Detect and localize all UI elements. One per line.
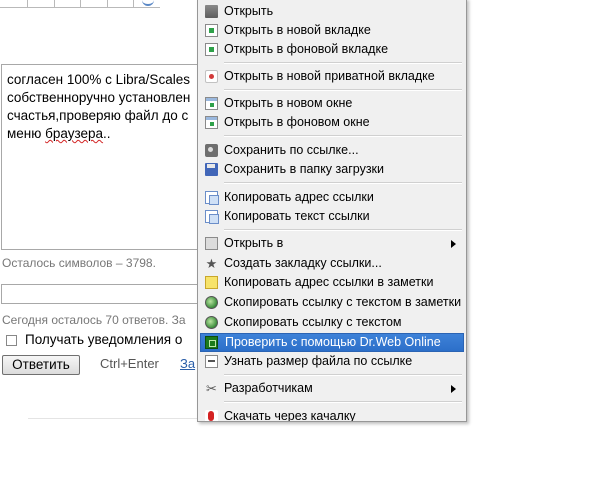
menu-item-copy-link-with-text[interactable]: Скопировать ссылку с текстом bbox=[200, 313, 464, 332]
menu-separator bbox=[224, 89, 462, 91]
menu-item-file-size[interactable]: Узнать размер файла по ссылке bbox=[200, 352, 464, 371]
menu-item-label: Скачать через качалку bbox=[224, 409, 356, 422]
menu-item-label: Копировать адрес ссылки в заметки bbox=[224, 275, 434, 289]
menu-item-open-background-tab[interactable]: Открыть в фоновой вкладке bbox=[200, 40, 464, 59]
file-size-icon bbox=[205, 355, 218, 368]
menu-item-open-with[interactable]: Открыть в bbox=[200, 234, 464, 253]
background-window-icon bbox=[205, 116, 218, 129]
answers-remaining: Сегодня осталось 70 ответов. За bbox=[2, 313, 186, 327]
globe-copy-icon bbox=[205, 316, 218, 329]
menu-item-open-new-window[interactable]: Открыть в новом окне bbox=[200, 94, 464, 113]
menu-item-check-drweb[interactable]: Проверить с помощью Dr.Web Online bbox=[200, 333, 464, 352]
menu-item-bookmark-link[interactable]: ★ Создать закладку ссылки... bbox=[200, 254, 464, 273]
menu-separator bbox=[224, 374, 462, 376]
textarea-line: счастья,проверяю файл до с bbox=[7, 108, 189, 123]
copy-address-icon bbox=[205, 191, 219, 205]
menu-item-open-background-window[interactable]: Открыть в фоновом окне bbox=[200, 113, 464, 132]
menu-item-label: Открыть в новой вкладке bbox=[224, 23, 371, 37]
characters-remaining: Осталось символов – 3798. bbox=[2, 256, 156, 270]
menu-item-label: Сохранить в папку загрузки bbox=[224, 162, 385, 176]
menu-item-open[interactable]: Открыть bbox=[200, 2, 464, 21]
developer-tools-icon: ✂ bbox=[206, 381, 217, 396]
menu-item-label: Копировать адрес ссылки bbox=[224, 190, 374, 204]
menu-item-label: Открыть в фоновом окне bbox=[224, 115, 370, 129]
menu-item-download-manager[interactable]: Скачать через качалку bbox=[200, 407, 464, 422]
notify-checkbox[interactable] bbox=[6, 335, 17, 346]
menu-item-save-to-downloads[interactable]: Сохранить в папку загрузки bbox=[200, 160, 464, 179]
shortcut-hint: Ctrl+Enter bbox=[100, 356, 159, 371]
misspelled-word: браузера bbox=[45, 126, 104, 141]
folder-icon bbox=[205, 5, 218, 18]
bookmark-star-icon: ★ bbox=[205, 256, 218, 271]
menu-item-open-private-tab[interactable]: Открыть в новой приватной вкладке bbox=[200, 67, 464, 86]
copy-text-icon bbox=[205, 210, 219, 224]
menu-item-label: Открыть в новой приватной вкладке bbox=[224, 69, 435, 83]
menu-item-developers[interactable]: ✂ Разработчикам bbox=[200, 379, 464, 398]
divider bbox=[28, 418, 198, 419]
menu-item-label: Открыть в bbox=[224, 236, 284, 250]
new-tab-icon bbox=[205, 24, 218, 37]
menu-item-label: Сохранить по ссылке... bbox=[224, 143, 359, 157]
menu-item-label: Открыть в новом окне bbox=[224, 96, 353, 110]
menu-item-label: Создать закладку ссылки... bbox=[224, 256, 382, 270]
menu-item-label: Открыть bbox=[224, 4, 274, 18]
menu-item-label: Разработчикам bbox=[224, 381, 313, 395]
menu-item-copy-link-address[interactable]: Копировать адрес ссылки bbox=[200, 188, 464, 207]
open-with-icon bbox=[205, 237, 218, 250]
menu-item-label: Узнать размер файла по ссылке bbox=[224, 354, 413, 368]
menu-item-copy-address-to-notes[interactable]: Копировать адрес ссылки в заметки bbox=[200, 273, 464, 292]
menu-item-label: Проверить с помощью Dr.Web Online bbox=[225, 335, 441, 349]
menu-item-label: Скопировать ссылку с текстом bbox=[224, 315, 402, 329]
menu-item-label: Скопировать ссылку с текстом в заметки bbox=[224, 295, 462, 309]
submenu-arrow-icon bbox=[451, 385, 456, 393]
textarea-line: согласен 100% с Libra/Scales bbox=[7, 72, 190, 87]
menu-separator bbox=[224, 135, 462, 137]
new-window-icon bbox=[205, 97, 218, 110]
menu-separator bbox=[224, 182, 462, 184]
downloader-icon bbox=[205, 410, 218, 421]
camera-icon bbox=[205, 144, 218, 157]
reply-button[interactable]: Ответить bbox=[2, 355, 80, 375]
private-tab-icon bbox=[205, 70, 218, 83]
save-disk-icon bbox=[205, 163, 218, 176]
menu-item-label: Открыть в фоновой вкладке bbox=[224, 42, 389, 56]
notify-label: Получать уведомления о bbox=[25, 332, 183, 347]
menu-item-save-link[interactable]: Сохранить по ссылке... bbox=[200, 141, 464, 160]
textarea-line: собственноручно установлен bbox=[7, 90, 191, 105]
partial-link[interactable]: За bbox=[180, 356, 195, 371]
submenu-arrow-icon bbox=[451, 240, 456, 248]
toolbar-strip bbox=[0, 0, 160, 8]
menu-separator bbox=[224, 62, 462, 64]
menu-item-label: Копировать текст ссылки bbox=[224, 209, 370, 223]
menu-separator bbox=[224, 229, 462, 231]
drweb-icon bbox=[205, 336, 218, 349]
menu-item-copy-link-with-text-to-notes[interactable]: Скопировать ссылку с текстом в заметки bbox=[200, 293, 464, 312]
globe-notes-icon bbox=[205, 296, 218, 309]
textarea-line: меню браузера.. bbox=[7, 126, 111, 141]
menu-item-open-new-tab[interactable]: Открыть в новой вкладке bbox=[200, 21, 464, 40]
menu-item-copy-link-text[interactable]: Копировать текст ссылки bbox=[200, 207, 464, 226]
background-tab-icon bbox=[205, 43, 218, 56]
notes-icon bbox=[205, 276, 218, 289]
menu-separator bbox=[224, 401, 462, 403]
context-menu: Открыть Открыть в новой вкладке Открыть … bbox=[197, 0, 467, 422]
